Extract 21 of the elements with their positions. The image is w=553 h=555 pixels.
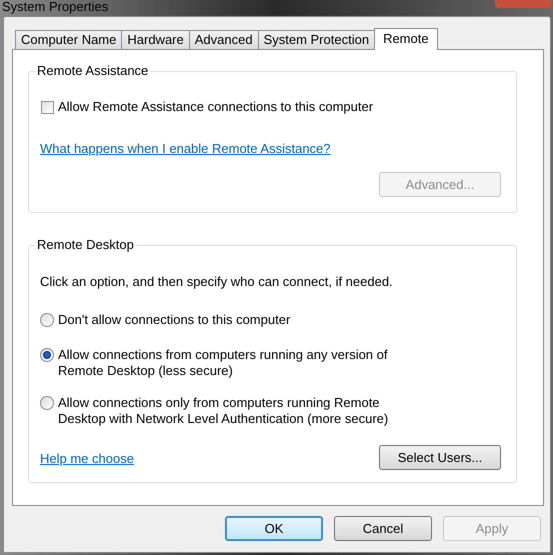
tab[interactable]: System Protection — [258, 30, 376, 49]
tab[interactable]: Advanced — [188, 30, 259, 49]
help-link[interactable]: What happens when I enable Remote Assistance? — [40, 141, 331, 157]
dialog-button[interactable]: Cancel — [334, 516, 432, 541]
option-label: Allow connections only from computers running Remote Desktop with Network Level Authentication (more secure) — [58, 395, 388, 427]
option-label: Allow connections from computers running any version of Remote Desktop (less secure) — [58, 347, 388, 379]
option-label: Don't allow connections to this computer — [58, 312, 290, 328]
help-link[interactable]: Help me choose — [40, 451, 134, 467]
tab[interactable]: Computer Name — [15, 30, 122, 49]
tab[interactable]: Hardware — [121, 30, 190, 49]
group-title: Remote Desktop — [35, 237, 136, 253]
window-title: System Properties — [1, 0, 108, 13]
radio-button[interactable] — [40, 313, 54, 327]
radio-button[interactable] — [40, 396, 54, 410]
select-users-button[interactable]: Select Users... — [379, 445, 501, 470]
radio-button[interactable] — [40, 348, 54, 362]
checkbox[interactable] — [41, 100, 54, 114]
dialog-button[interactable]: OK — [225, 516, 323, 541]
instruction-text: Click an option, and then specify who can connect, if needed. — [40, 274, 393, 290]
tab[interactable]: Remote — [374, 28, 438, 50]
checkbox-label: Allow Remote Assistance connections to this computer — [58, 99, 374, 115]
